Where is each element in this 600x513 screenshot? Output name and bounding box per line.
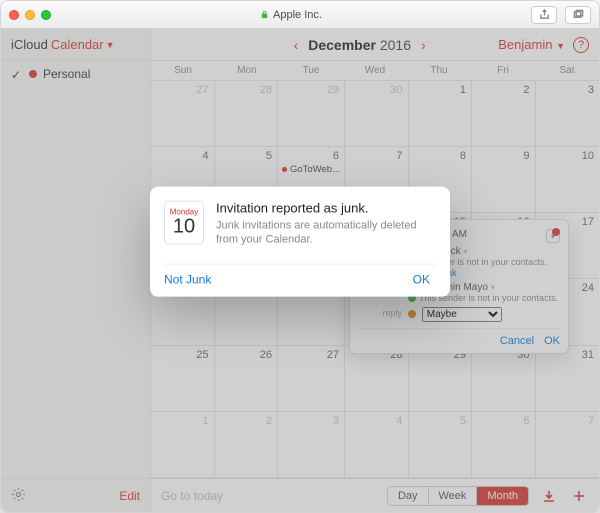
window-controls <box>9 10 51 20</box>
close-window-button[interactable] <box>9 10 19 20</box>
toolbar-buttons <box>531 6 591 24</box>
maximize-window-button[interactable] <box>41 10 51 20</box>
window: Apple Inc. iCloud Calendar ▼ ✓ Personal <box>0 0 600 513</box>
dialog-body: Junk invitations are automatically delet… <box>216 218 436 248</box>
ok-button[interactable]: OK <box>413 273 430 287</box>
dialog-footer: Not Junk OK <box>164 264 436 287</box>
titlebar: Apple Inc. <box>1 1 599 29</box>
minimize-window-button[interactable] <box>25 10 35 20</box>
chip-day: 10 <box>173 217 195 237</box>
lock-icon <box>260 10 269 19</box>
dialog-date-chip: Monday 10 <box>164 200 204 244</box>
address-bar[interactable]: Apple Inc. <box>57 9 525 21</box>
share-button[interactable] <box>531 6 557 24</box>
site-name: Apple Inc. <box>273 9 322 21</box>
not-junk-button[interactable]: Not Junk <box>164 273 211 287</box>
dialog-title: Invitation reported as junk. <box>216 200 436 215</box>
app: iCloud Calendar ▼ ✓ Personal Edit <box>1 29 599 512</box>
tabs-button[interactable] <box>565 6 591 24</box>
junk-dialog: Monday 10 Invitation reported as junk. J… <box>150 186 450 297</box>
